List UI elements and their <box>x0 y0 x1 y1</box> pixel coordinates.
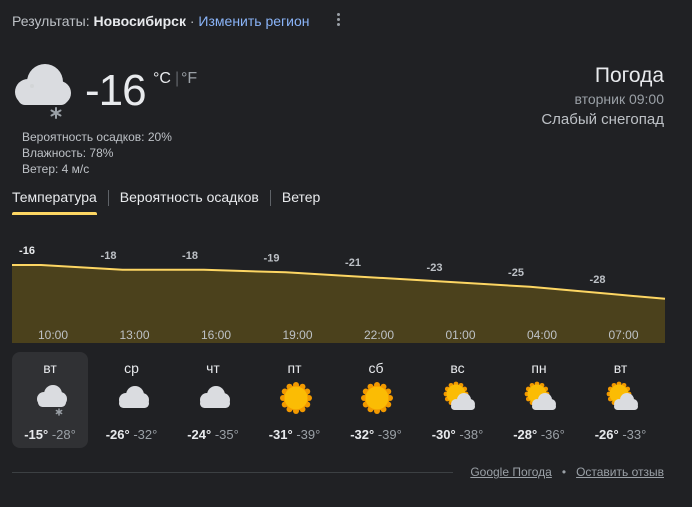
day-name: сб <box>368 360 384 376</box>
city-name: Новосибирск <box>93 13 186 29</box>
data-label: -19 <box>264 252 280 264</box>
day-low: -39° <box>296 427 321 442</box>
time-tick-label: 16:00 <box>201 328 231 342</box>
sun-icon <box>359 380 395 416</box>
day-card[interactable]: пн -28° -36° <box>501 352 577 448</box>
day-temps: -32° -39° <box>338 427 414 442</box>
data-label: -28 <box>590 274 606 286</box>
day-name: вс <box>450 360 465 376</box>
more-options-icon[interactable] <box>333 12 343 30</box>
day-high: -32° <box>350 427 375 442</box>
weather-details: Вероятность осадков: 20% Влажность: 78% … <box>22 129 172 177</box>
current-temperature: -16 <box>85 66 147 115</box>
day-high: -30° <box>431 427 456 442</box>
unit-separator: | <box>175 70 180 87</box>
time-tick-label: 01:00 <box>445 328 475 342</box>
feedback-link[interactable]: Оставить отзыв <box>576 465 664 479</box>
humidity: Влажность: 78% <box>22 146 114 160</box>
partly-cloudy-icon <box>441 380 477 416</box>
condition-text: Слабый снегопад <box>541 111 664 128</box>
day-high: -28° <box>513 427 538 442</box>
results-label: Результаты: <box>12 13 90 29</box>
chart-tabs: Температура Вероятность осадков Ветер <box>12 189 320 215</box>
day-low: -35° <box>214 427 239 442</box>
time-tick-label: 04:00 <box>527 328 557 342</box>
day-temps: -26° -33° <box>583 427 659 442</box>
footer-divider <box>12 472 453 473</box>
day-high: -24° <box>187 427 212 442</box>
day-temps: -28° -36° <box>501 427 577 442</box>
day-low: -33° <box>622 427 647 442</box>
day-high: -31° <box>268 427 293 442</box>
partly-cloudy-icon <box>604 380 640 416</box>
tab-wind[interactable]: Ветер <box>282 189 321 215</box>
day-high: -26° <box>105 427 130 442</box>
day-temps: -30° -38° <box>420 427 496 442</box>
footer-dot: • <box>561 465 567 479</box>
day-temps: -31° -39° <box>257 427 333 442</box>
cloud-icon <box>196 380 232 416</box>
day-high: -26° <box>594 427 619 442</box>
data-label: -16 <box>19 245 35 257</box>
data-label: -23 <box>427 262 443 274</box>
cloud-snow-icon <box>12 60 74 120</box>
data-label: -18 <box>182 250 198 262</box>
day-low: -32° <box>133 427 158 442</box>
day-name: ср <box>124 360 139 376</box>
day-low: -36° <box>540 427 565 442</box>
wind-speed: Ветер: 4 м/с <box>22 162 90 176</box>
weather-title: Погода <box>594 64 664 87</box>
time-tick-label: 19:00 <box>282 328 312 342</box>
results-header: Результаты: Новосибирск · Изменить регио… <box>12 13 309 29</box>
day-name: пн <box>531 360 547 376</box>
data-label: -21 <box>345 257 361 269</box>
sun-icon <box>278 380 314 416</box>
day-low: -39° <box>377 427 402 442</box>
day-name: чт <box>206 360 220 376</box>
tab-temperature[interactable]: Температура <box>12 189 97 215</box>
partly-cloudy-icon <box>522 380 558 416</box>
data-label: -18 <box>101 250 117 262</box>
cloud-snow-icon <box>33 380 69 416</box>
precipitation-chance: Вероятность осадков: 20% <box>22 130 172 144</box>
unit-celsius[interactable]: °C <box>153 70 171 88</box>
cloud-icon <box>115 380 151 416</box>
time-tick-label: 07:00 <box>608 328 638 342</box>
day-high: -15° <box>24 427 49 442</box>
day-card[interactable]: вс -30° -38° <box>420 352 496 448</box>
day-name: вт <box>613 360 628 376</box>
time-axis: 10:00 13:00 16:00 19:00 22:00 01:00 04:00 07:00 <box>38 328 639 342</box>
unit-fahrenheit[interactable]: °F <box>181 70 197 88</box>
day-temps: -26° -32° <box>94 427 170 442</box>
time-tick-label: 10:00 <box>38 328 68 342</box>
header-separator: · <box>189 13 195 29</box>
google-weather-link[interactable]: Google Погода <box>470 465 552 479</box>
day-card[interactable]: вт -26° -33° <box>583 352 659 448</box>
day-card[interactable]: пт -31° -39° <box>257 352 333 448</box>
day-low: -38° <box>459 427 484 442</box>
day-time: вторник 09:00 <box>574 91 664 107</box>
day-name: вт <box>43 360 57 376</box>
day-name: пт <box>287 360 302 376</box>
footer: Google Погода • Оставить отзыв <box>470 465 664 479</box>
day-temps: -15° -28° <box>12 427 88 442</box>
time-tick-label: 22:00 <box>364 328 394 342</box>
weather-summary: Погода вторник 09:00 Слабый снегопад <box>541 63 664 131</box>
day-card[interactable]: вт -15° -28° <box>12 352 88 448</box>
day-card[interactable]: чт -24° -35° <box>175 352 251 448</box>
day-card[interactable]: ср -26° -32° <box>94 352 170 448</box>
day-low: -28° <box>51 427 76 442</box>
tab-precipitation[interactable]: Вероятность осадков <box>120 189 259 215</box>
day-temps: -24° -35° <box>175 427 251 442</box>
change-region-link[interactable]: Изменить регион <box>198 13 309 29</box>
time-tick-label: 13:00 <box>119 328 149 342</box>
data-label: -25 <box>508 267 524 279</box>
day-card[interactable]: сб -32° -39° <box>338 352 414 448</box>
